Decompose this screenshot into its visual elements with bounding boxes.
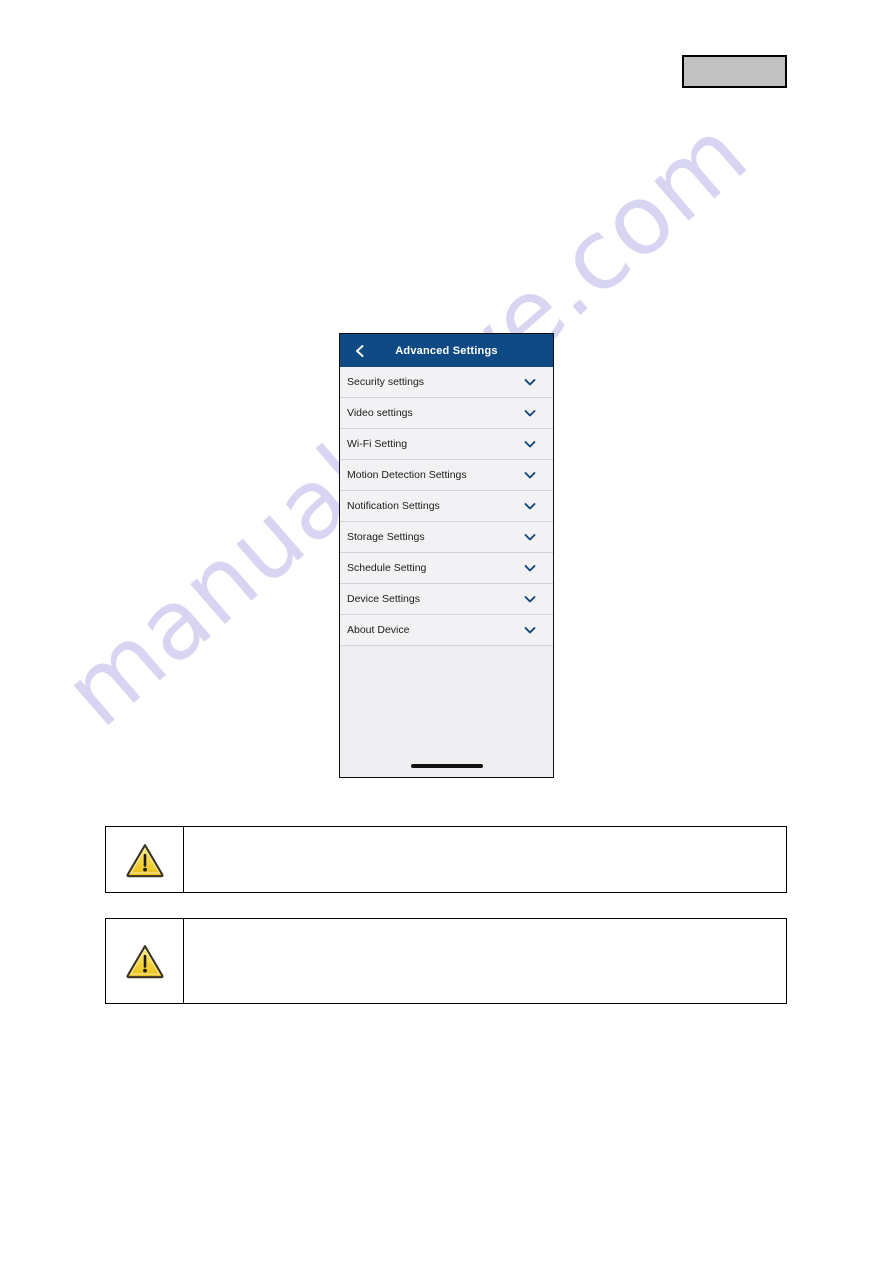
- phone-mockup: Advanced Settings Security settings Vide…: [339, 333, 554, 778]
- header-placeholder-box: [682, 55, 787, 88]
- chevron-down-icon[interactable]: [522, 374, 538, 390]
- page-title: Advanced Settings: [395, 344, 498, 357]
- settings-row-label: Device Settings: [347, 593, 420, 605]
- settings-row-label: Motion Detection Settings: [347, 469, 467, 481]
- note-text: [184, 919, 786, 1003]
- note-icon-cell: [106, 827, 184, 892]
- settings-row-notification[interactable]: Notification Settings: [340, 491, 553, 522]
- settings-row-about-device[interactable]: About Device: [340, 615, 553, 646]
- chevron-down-icon[interactable]: [522, 529, 538, 545]
- chevron-down-icon[interactable]: [522, 498, 538, 514]
- warning-triangle-icon: [125, 843, 164, 877]
- settings-row-schedule[interactable]: Schedule Setting: [340, 553, 553, 584]
- document-page: manualshive.com Advanced Settings Securi…: [0, 0, 893, 1263]
- phone-topbar: Advanced Settings: [340, 334, 553, 367]
- settings-row-security[interactable]: Security settings: [340, 367, 553, 398]
- chevron-down-icon[interactable]: [522, 405, 538, 421]
- settings-row-label: About Device: [347, 624, 410, 636]
- phone-body: Security settings Video settings Wi-Fi S…: [340, 367, 553, 777]
- warning-triangle-icon: [125, 945, 164, 979]
- phone-empty-area: [340, 646, 553, 777]
- chevron-down-icon[interactable]: [522, 622, 538, 638]
- note-text: [184, 827, 786, 892]
- chevron-down-icon[interactable]: [522, 591, 538, 607]
- settings-row-label: Schedule Setting: [347, 562, 427, 574]
- settings-row-label: Wi-Fi Setting: [347, 438, 408, 450]
- chevron-down-icon[interactable]: [522, 436, 538, 452]
- settings-row-video[interactable]: Video settings: [340, 398, 553, 429]
- settings-row-label: Video settings: [347, 407, 413, 419]
- settings-row-label: Notification Settings: [347, 500, 440, 512]
- note-box-warning-1: [105, 826, 787, 893]
- settings-row-motion-detection[interactable]: Motion Detection Settings: [340, 460, 553, 491]
- note-box-warning-2: [105, 918, 787, 1004]
- note-icon-cell: [106, 919, 184, 1003]
- settings-row-storage[interactable]: Storage Settings: [340, 522, 553, 553]
- settings-list: Security settings Video settings Wi-Fi S…: [340, 367, 553, 646]
- settings-row-wifi[interactable]: Wi-Fi Setting: [340, 429, 553, 460]
- settings-row-device[interactable]: Device Settings: [340, 584, 553, 615]
- home-indicator[interactable]: [410, 764, 483, 768]
- chevron-down-icon[interactable]: [522, 467, 538, 483]
- chevron-down-icon[interactable]: [522, 560, 538, 576]
- settings-row-label: Storage Settings: [347, 531, 425, 543]
- chevron-left-icon[interactable]: [352, 343, 368, 359]
- settings-row-label: Security settings: [347, 376, 425, 388]
